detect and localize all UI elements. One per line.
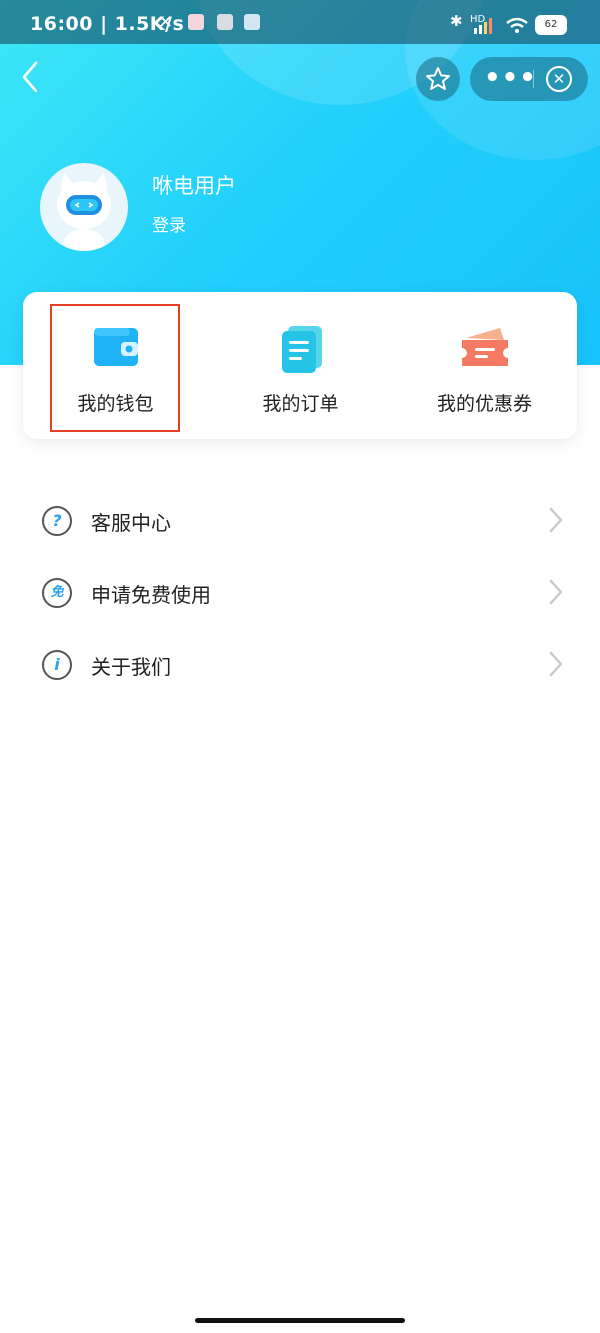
order-document-icon: [281, 326, 322, 373]
status-bar: 16:00 | 1.5K/s ✕ ✱ HD 62: [0, 0, 600, 44]
chevron-left-icon: [22, 61, 38, 93]
home-indicator[interactable]: [195, 1318, 405, 1323]
free-badge-icon: 免: [42, 578, 72, 608]
mini-program-capsule: ••• ✕: [470, 57, 588, 101]
chevron-right-icon: [549, 507, 563, 533]
mute-icon: ✕: [158, 12, 174, 33]
username: 咻电用户: [152, 174, 236, 198]
app-notification-icon: [244, 14, 260, 30]
login-link[interactable]: 登录: [152, 211, 186, 236]
coupon-ticket-icon: [461, 328, 508, 366]
orders-label: 我的订单: [262, 393, 339, 415]
bluetooth-icon: ✱: [450, 12, 463, 30]
coupons-label: 我的优惠券: [436, 393, 532, 415]
app-notification-icon: [217, 14, 233, 30]
menu-item-label: 关于我们: [91, 655, 171, 679]
menu-item-label: 客服中心: [91, 511, 171, 535]
capsule-divider: [533, 70, 534, 88]
wifi-icon: [506, 17, 528, 33]
app-notification-icon: [188, 14, 204, 30]
close-circle-icon[interactable]: ✕: [546, 66, 572, 92]
chevron-right-icon: [549, 651, 563, 677]
signal-icon: [474, 18, 492, 34]
question-circle-icon: ?: [42, 506, 72, 536]
more-button[interactable]: •••: [484, 57, 536, 99]
battery-indicator: 62: [535, 15, 567, 35]
avatar[interactable]: [40, 163, 128, 251]
coupons-button[interactable]: 我的优惠券: [392, 292, 577, 439]
robot-cat-mascot-icon: [57, 173, 111, 251]
chevron-right-icon: [549, 579, 563, 605]
orders-button[interactable]: 我的订单: [208, 292, 393, 439]
selection-highlight: [50, 304, 180, 432]
info-circle-icon: i: [42, 650, 72, 680]
back-button[interactable]: [20, 60, 48, 100]
star-icon: [426, 67, 450, 90]
menu-item-free-trial[interactable]: 免 申请免费使用: [0, 564, 600, 624]
menu-item-about-us[interactable]: i 关于我们: [0, 636, 600, 696]
favorite-button[interactable]: [416, 57, 460, 101]
menu-item-customer-service[interactable]: ? 客服中心: [0, 492, 600, 552]
menu-item-label: 申请免费使用: [91, 583, 211, 607]
